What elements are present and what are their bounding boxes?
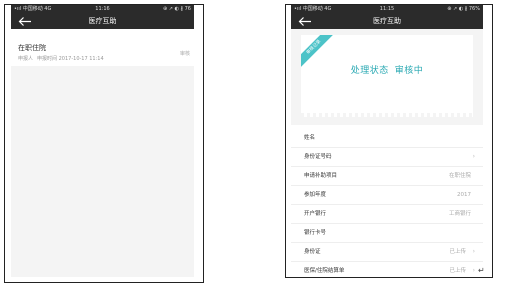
chevron-right-icon: ›: [472, 248, 475, 255]
row-label: 参加年度: [304, 192, 327, 198]
row-label: 身份证号码: [304, 154, 332, 160]
info-row-year: 参加年度 2017: [291, 186, 483, 205]
processing-status: 处理状态 审核中: [301, 63, 473, 76]
left-phone-screen: •ııl 中国移动 4G 11:16 ⊕ ↗ ◐ ∦ 76 医疗互助 在职住院 …: [11, 5, 194, 277]
claim-meta: 申报人 申报时间 2017-10-17 11:14: [18, 55, 104, 62]
info-row-name: 姓名: [291, 129, 483, 148]
row-value: 工商银行: [448, 211, 471, 217]
row-value: 2017: [457, 192, 471, 198]
row-value: 已上传: [449, 268, 466, 273]
info-row-bank: 开户银行 工商银行: [291, 205, 483, 224]
status-bar: •ııl 中国移动 4G 11:15 ⊕ ↗ ◐ ∦ 76%: [291, 5, 483, 14]
list-item[interactable]: 在职住院 审核 申报人 申报时间 2017-10-17 11:14: [11, 29, 194, 66]
status-icons: ⊕ ↗ ◐ ∦ 76: [163, 6, 191, 12]
row-label: 姓名: [304, 135, 316, 141]
right-phone-screen: •ııl 中国移动 4G 11:15 ⊕ ↗ ◐ ∦ 76% 医疗互助 审核记录…: [291, 5, 483, 273]
status-icons: ⊕ ↗ ◐ ∦ 76%: [447, 6, 480, 12]
claim-title: 在职住院: [18, 44, 46, 52]
row-value: 在职住院: [448, 173, 471, 179]
info-row-subsidy-item: 申请补助项目 在职住院: [291, 167, 483, 186]
chevron-right-icon: ›: [472, 153, 475, 160]
return-mark: ↵: [478, 266, 485, 275]
row-label: 银行卡号: [304, 230, 327, 236]
status-value: 审核中: [394, 66, 424, 76]
info-row-id-number[interactable]: 身份证号码 ›: [291, 148, 483, 167]
info-list: 姓名 身份证号码 › 申请补助项目 在职住院 参加年度 2017 开户银行 工商…: [291, 125, 483, 273]
nav-bar: 医疗互助: [11, 14, 194, 29]
status-card: 审核记录 处理状态 审核中: [301, 35, 473, 117]
page-title: 医疗互助: [373, 17, 401, 25]
status-badge: 审核: [179, 51, 190, 57]
status-bar: •ııl 中国移动 4G 11:16 ⊕ ↗ ◐ ∦ 76: [11, 5, 194, 14]
row-value: 已上传: [449, 249, 466, 255]
submit-date: 申报时间 2017-10-17 11:14: [37, 56, 104, 62]
info-row-id-card[interactable]: 身份证 已上传 ›: [291, 243, 483, 262]
info-row-settlement[interactable]: 医保/住院结算单 已上传 ›: [291, 262, 483, 273]
applicant-label: 申报人: [18, 56, 34, 62]
row-label: 开户银行: [304, 211, 327, 217]
ticket-edge: [301, 113, 473, 117]
row-label: 医保/住院结算单: [304, 268, 345, 273]
status-label: 处理状态: [350, 66, 389, 76]
page-title: 医疗互助: [88, 17, 117, 25]
row-label: 申请补助项目: [304, 173, 338, 179]
chevron-right-icon: ›: [472, 267, 475, 273]
nav-bar: 医疗互助: [291, 14, 483, 29]
info-row-card-number: 银行卡号: [291, 224, 483, 243]
row-label: 身份证: [304, 249, 321, 255]
